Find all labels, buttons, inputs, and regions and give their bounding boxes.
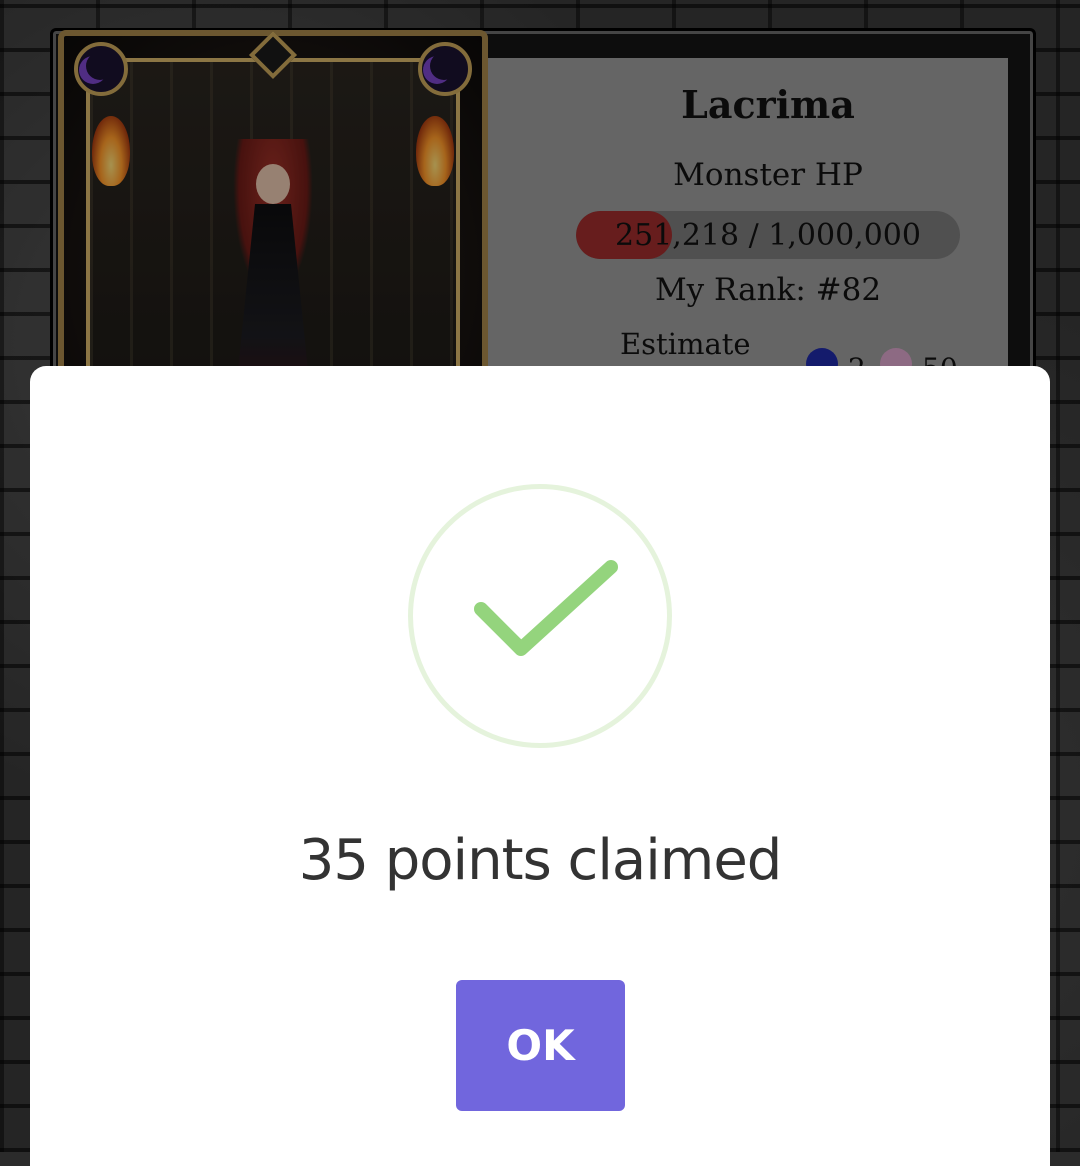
claim-success-dialog: 35 points claimed OK <box>30 366 1050 1166</box>
ok-button[interactable]: OK <box>456 980 625 1111</box>
dialog-title: 35 points claimed <box>298 828 783 893</box>
check-icon <box>408 484 672 748</box>
